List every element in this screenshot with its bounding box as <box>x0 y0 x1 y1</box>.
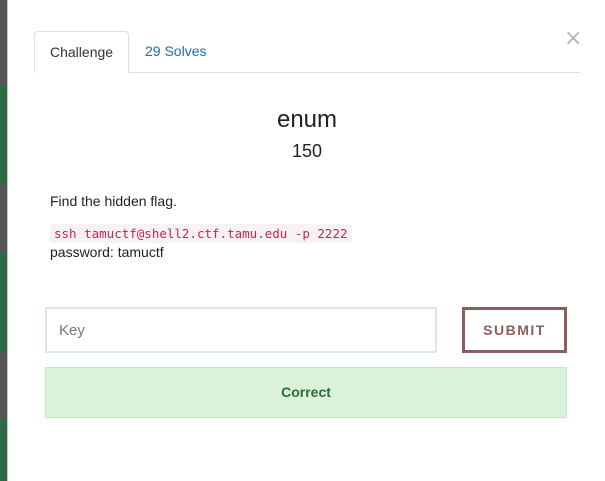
tab-solves[interactable]: 29 Solves <box>130 31 221 73</box>
challenge-description: Find the hidden flag. <box>50 193 177 209</box>
ssh-command: ssh tamuctf@shell2.ctf.tamu.edu -p 2222 <box>50 224 352 243</box>
password-text: password: tamuctf <box>50 244 164 260</box>
result-message: Correct <box>45 367 567 418</box>
challenge-modal: × Challenge 29 Solves enum 150 Find the … <box>7 0 605 481</box>
submit-button[interactable]: SUBMIT <box>462 307 567 353</box>
key-input[interactable] <box>45 307 437 353</box>
tab-bar: Challenge 29 Solves <box>34 31 580 73</box>
challenge-title: enum <box>276 106 338 133</box>
tab-challenge[interactable]: Challenge <box>34 31 130 73</box>
challenge-points: 150 <box>291 141 323 161</box>
